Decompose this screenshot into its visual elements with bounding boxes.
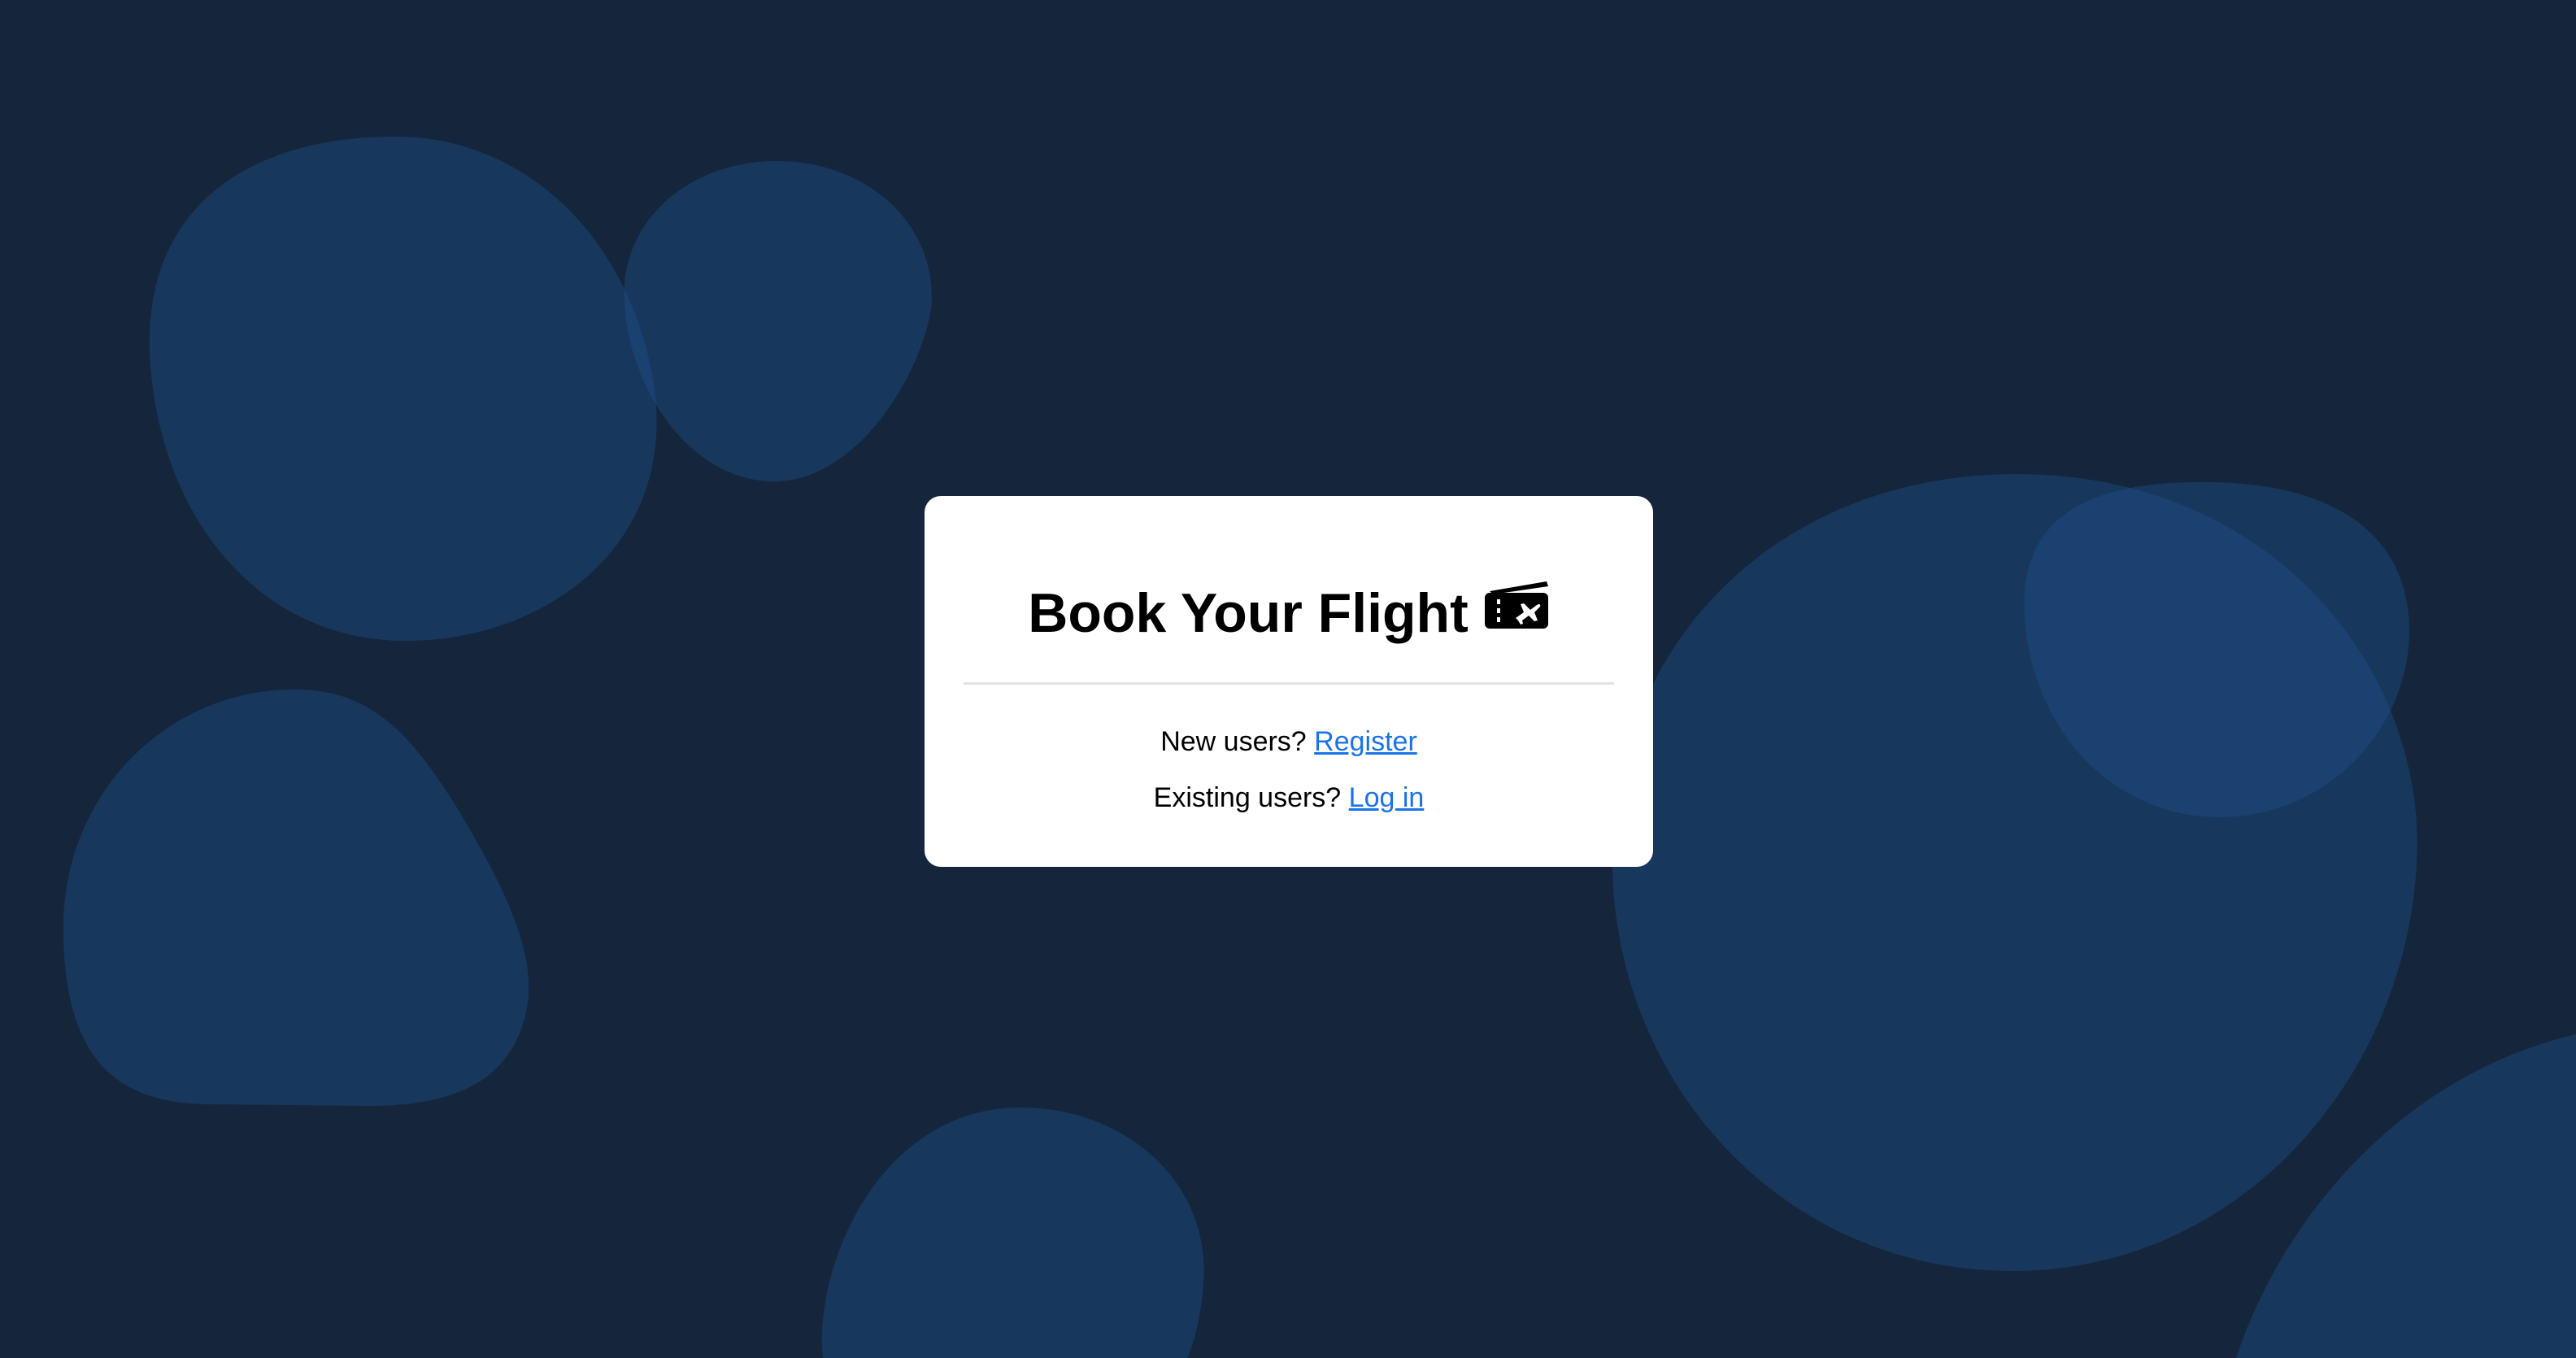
divider [964, 682, 1614, 685]
blob-shape [63, 689, 529, 1106]
ticket-plane-icon [1484, 581, 1548, 629]
new-users-line: New users? Register [925, 728, 1653, 755]
existing-users-line: Existing users? Log in [925, 784, 1653, 812]
new-users-label: New users? [1160, 726, 1307, 757]
title-row: Book Your Flight [925, 572, 1653, 654]
page-title: Book Your Flight [1028, 582, 1469, 644]
login-link[interactable]: Log in [1349, 782, 1425, 813]
blob-shape [149, 136, 657, 642]
register-link[interactable]: Register [1314, 726, 1417, 757]
blob-shape [624, 161, 932, 482]
existing-users-label: Existing users? [1153, 782, 1342, 813]
blob-shape [821, 1108, 1204, 1358]
welcome-card: Book Your Flight New users? Register Exi… [925, 496, 1653, 867]
